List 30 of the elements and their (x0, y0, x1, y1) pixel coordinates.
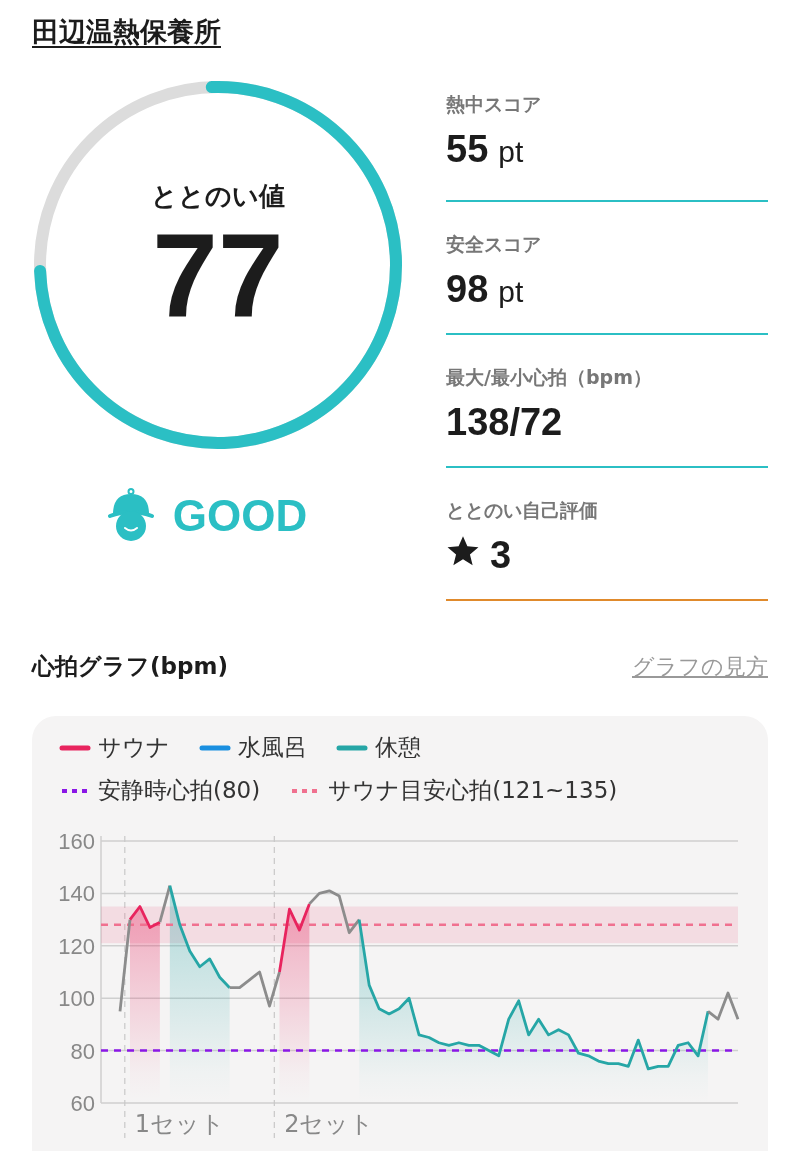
legend-label: 休憩 (375, 733, 421, 762)
y-tick-label: 160 (58, 829, 95, 854)
gauge-label: ととのい値 (151, 179, 285, 213)
legend-label: サウナ (98, 733, 170, 762)
gauge-value: 77 (152, 213, 284, 338)
x-tick-label: 1セット (134, 1110, 225, 1138)
y-tick-label: 80 (70, 1038, 95, 1064)
legend-label: 水風呂 (238, 733, 307, 762)
status-label: GOOD (172, 491, 308, 541)
y-tick-label: 100 (58, 986, 95, 1012)
metric-label: ととのい自己評価 (446, 498, 599, 523)
help-link[interactable]: グラフの見方 (632, 651, 768, 682)
legend-label: サウナ目安心拍(121~135) (328, 776, 618, 805)
metric-value: 98 (446, 268, 489, 311)
metric-value: 55 (446, 128, 489, 171)
y-tick-label: 60 (70, 1091, 95, 1116)
rating-value: 3 (490, 534, 512, 577)
page-title: 田辺温熱保養所 (32, 15, 221, 49)
cap-mascot-icon (106, 488, 155, 544)
metric-label: 安全スコア (446, 232, 542, 257)
graph-title: 心拍グラフ(bpm) (32, 652, 228, 681)
metric-unit: pt (498, 135, 524, 169)
x-tick-label: 2セット (284, 1110, 375, 1138)
y-tick-label: 140 (58, 881, 95, 907)
metric-label: 最大/最小心拍（bpm） (446, 365, 653, 390)
y-tick-label: 120 (58, 933, 95, 959)
metric-label: 熱中スコア (446, 92, 542, 117)
metric-value: 138/72 (446, 401, 563, 444)
legend-label: 安静時心拍(80) (98, 776, 261, 805)
metric-unit: pt (498, 275, 524, 309)
